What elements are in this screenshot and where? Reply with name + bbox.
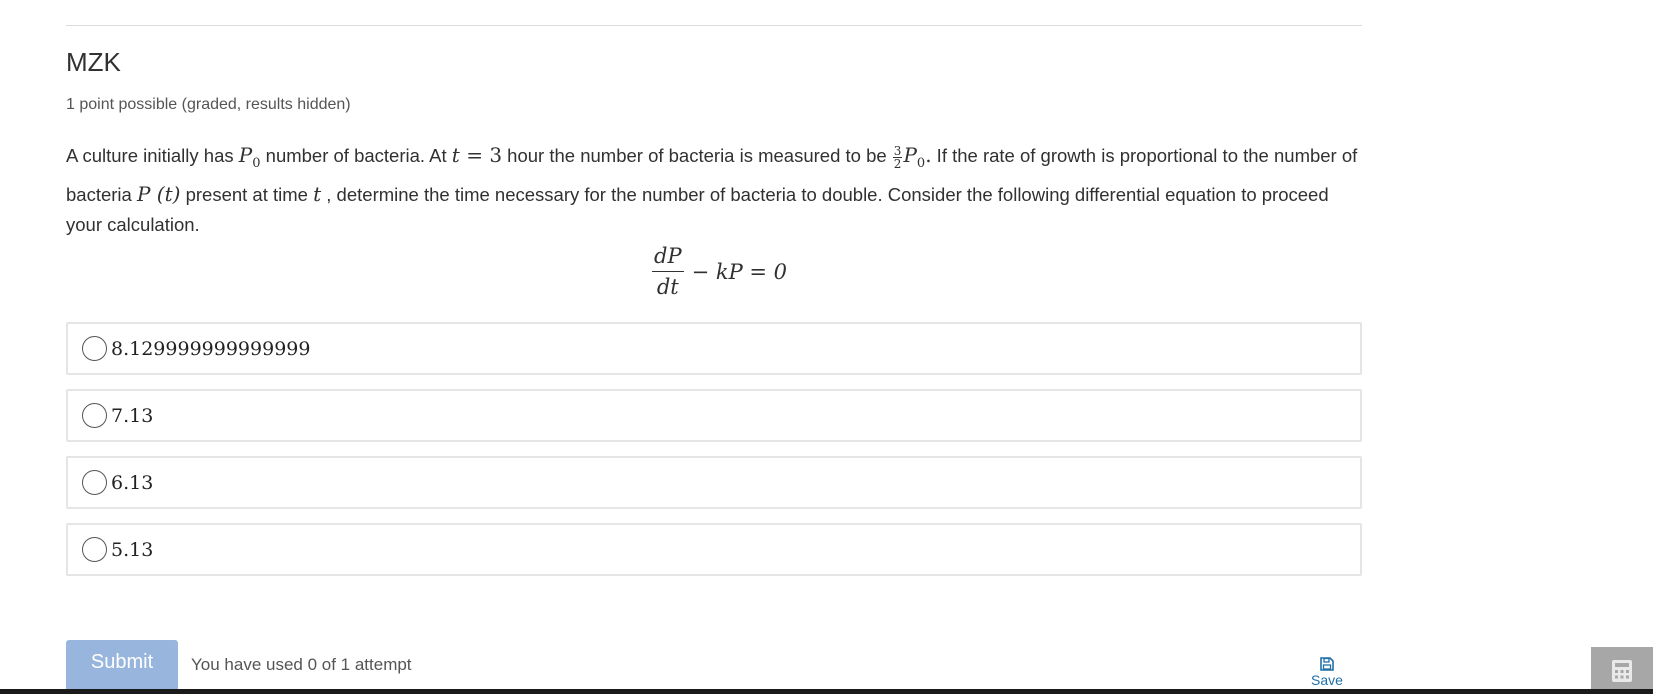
math-p-of-t: P (t) [136,182,181,206]
calculator-icon [1612,659,1632,682]
save-icon [1320,657,1334,671]
math-p0: P0 [238,143,261,171]
calculator-button[interactable] [1591,647,1653,694]
choice-option[interactable]: 5.13 [66,523,1362,576]
answer-choices: 8.129999999999999 7.13 6.13 5.13 [66,322,1362,590]
bottom-bar [0,689,1653,694]
equation-fraction: dP dt [652,244,684,299]
save-label: Save [1311,672,1343,688]
problem-progress: 1 point possible (graded, results hidden… [66,96,351,113]
choice-label: 5.13 [111,538,154,561]
save-button[interactable]: Save [1302,656,1352,688]
statement-text: number of bacteria. At [260,145,452,166]
choice-option[interactable]: 8.129999999999999 [66,322,1362,375]
math-fraction: 32 [892,143,903,171]
choice-option[interactable]: 7.13 [66,389,1362,442]
math-t: t [313,182,322,206]
problem-page: MZK 1 point possible (graded, results hi… [0,0,1653,694]
choice-option[interactable]: 6.13 [66,456,1362,509]
math-t-equals-3: t = 3 [451,143,503,167]
radio-button[interactable] [82,336,107,361]
choice-label: 8.129999999999999 [111,337,311,360]
differential-equation: dP dt − kP = 0 [652,244,787,299]
top-divider [66,25,1362,26]
statement-text: present at time [180,184,314,205]
radio-button[interactable] [82,537,107,562]
equation-rest: − kP = 0 [691,259,788,284]
statement-text: hour the number of bacteria is measured … [502,145,892,166]
choice-label: 6.13 [111,471,154,494]
equation-denominator: dt [656,275,679,299]
submit-button[interactable]: Submit [66,640,178,694]
problem-statement: A culture initially has P0 number of bac… [66,140,1366,240]
radio-button[interactable] [82,403,107,428]
choice-label: 7.13 [111,404,154,427]
radio-button[interactable] [82,470,107,495]
equation-numerator: dP [652,244,684,272]
statement-text: A culture initially has [66,145,239,166]
problem-title: MZK [66,47,121,77]
math-p0: P0. [903,143,932,171]
attempts-text: You have used 0 of 1 attempt [191,655,412,674]
